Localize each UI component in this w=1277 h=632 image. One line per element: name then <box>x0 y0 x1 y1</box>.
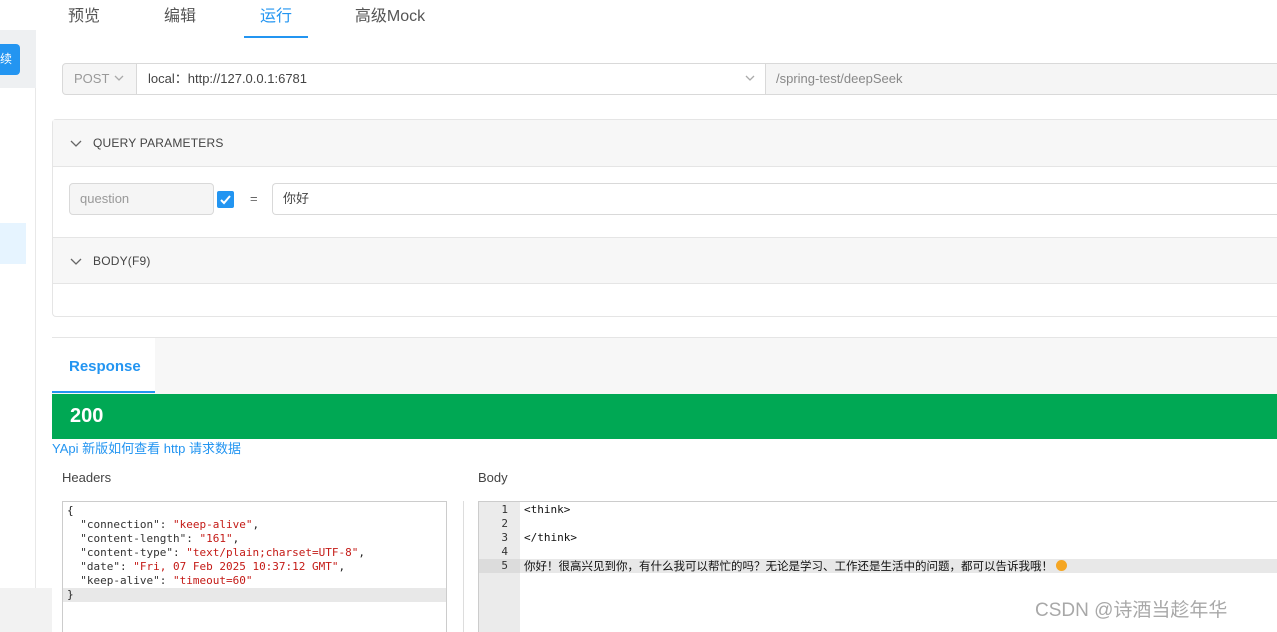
line-number: 4 <box>501 545 508 558</box>
chevron-down-icon <box>70 238 82 306</box>
tab-run[interactable]: 运行 <box>244 0 308 38</box>
tab-response[interactable]: Response <box>52 338 155 393</box>
json-open-brace: { <box>67 504 74 517</box>
line-text: 你好！很高兴见到你，有什么我可以帮忙的吗？无论是学习、工作还是生活中的问题，都可… <box>524 559 1067 573</box>
query-parameters-title: QUERY PARAMETERS <box>93 136 224 150</box>
interface-tabs: 预览 编辑 运行 高级Mock <box>36 0 1277 38</box>
smile-emoji-icon <box>1056 560 1067 571</box>
header-line: "connection": "keep-alive", <box>80 518 260 531</box>
headers-editor[interactable]: { "connection": "keep-alive", "content-l… <box>62 501 447 632</box>
response-tabs: Response <box>52 337 1277 394</box>
status-code-bar: 200 <box>52 394 1277 439</box>
line-number: 1 <box>501 503 508 516</box>
header-line: "content-type": "text/plain;charset=UTF-… <box>80 546 366 559</box>
body-label: Body <box>478 470 508 485</box>
code-line: 2 <box>479 517 1277 531</box>
request-url-row: POST local：http://127.0.0.1:6781 /spring… <box>62 63 1277 95</box>
body-title: BODY(F9) <box>93 254 151 268</box>
sidebar-action-button[interactable]: 续 <box>0 44 20 75</box>
line-number: 3 <box>501 531 508 544</box>
code-line: 3 </think> <box>479 531 1277 545</box>
query-parameters-header[interactable]: QUERY PARAMETERS <box>53 120 1277 167</box>
line-text: </think> <box>524 531 577 544</box>
query-param-row: question = 你好 <box>53 167 1277 237</box>
header-line: "date": "Fri, 07 Feb 2025 10:37:12 GMT", <box>80 560 346 573</box>
check-icon <box>220 195 231 205</box>
body-header[interactable]: BODY(F9) <box>53 237 1277 284</box>
param-name-field[interactable]: question <box>69 183 214 215</box>
line-number: 5 <box>479 559 520 573</box>
line-number: 2 <box>501 517 508 530</box>
path-input[interactable]: /spring-test/deepSeek <box>765 63 1277 95</box>
method-value: POST <box>74 71 110 86</box>
method-select[interactable]: POST <box>62 63 137 95</box>
watermark: CSDN @诗酒当趁年华 <box>1035 600 1228 621</box>
left-sidebar: 续 <box>0 0 36 632</box>
help-link[interactable]: YApi 新版如何查看 http 请求数据 <box>52 441 241 457</box>
equals-sign: = <box>250 191 258 206</box>
line-text: <think> <box>524 503 571 516</box>
host-select[interactable]: local：http://127.0.0.1:6781 <box>136 63 766 95</box>
header-line: "keep-alive": "timeout=60" <box>80 574 253 587</box>
column-divider <box>463 501 464 632</box>
sidebar-footer <box>0 588 52 632</box>
header-line: "content-length": "161", <box>80 532 240 545</box>
headers-label: Headers <box>62 470 112 485</box>
sidebar-selected-item[interactable] <box>0 223 26 264</box>
chevron-down-icon <box>745 64 755 107</box>
param-value-field[interactable]: 你好 <box>272 183 1277 215</box>
request-panel: QUERY PARAMETERS question = 你好 BODY(F9) <box>52 119 1277 317</box>
code-line: 4 <box>479 545 1277 559</box>
host-value: local：http://127.0.0.1:6781 <box>148 71 308 86</box>
tab-advanced-mock[interactable]: 高级Mock <box>348 0 432 38</box>
tab-preview[interactable]: 预览 <box>46 0 122 38</box>
param-enabled-checkbox[interactable] <box>217 191 234 208</box>
chevron-down-icon <box>114 64 124 107</box>
code-line-active: 5 你好！很高兴见到你，有什么我可以帮忙的吗？无论是学习、工作还是生活中的问题，… <box>479 559 1277 573</box>
tab-edit[interactable]: 编辑 <box>142 0 218 38</box>
code-line: 1 <think> <box>479 503 1277 517</box>
json-close-brace: } <box>63 588 446 602</box>
sidebar-top <box>0 0 36 30</box>
